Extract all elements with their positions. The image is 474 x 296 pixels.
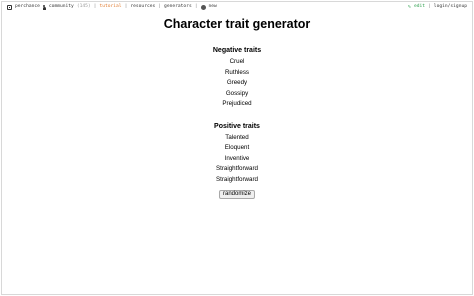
page-frame: perchance community (145) | tutorial | r… [1, 1, 473, 295]
nav-right: ✎ edit | login/signup [408, 2, 467, 12]
pencil-icon[interactable]: ✎ [408, 2, 411, 12]
nav-separator: | [428, 4, 431, 9]
negative-traits-heading: Negative traits [212, 47, 262, 54]
brand-link[interactable]: perchance [15, 2, 40, 12]
positive-trait-item: Eloquent [224, 144, 250, 151]
positive-trait-item: Straightforward [216, 165, 258, 172]
positive-trait-item: Straightforward [216, 175, 258, 183]
negative-trait-item: Prejudiced [222, 100, 252, 107]
randomize-button[interactable]: randomize [218, 190, 256, 199]
negative-trait-item: Cruel [229, 58, 245, 65]
positive-traits-heading: Positive traits [214, 122, 260, 130]
nav-separator: | [93, 4, 97, 9]
community-link[interactable]: community [49, 2, 74, 12]
person-icon [42, 4, 46, 10]
edit-link[interactable]: edit [414, 2, 425, 12]
globe-icon[interactable] [200, 4, 206, 10]
page-title: Character trait generator [163, 17, 311, 31]
community-count: (145) [76, 4, 91, 9]
generators-link[interactable]: generators [164, 2, 192, 12]
positive-trait-item: Inventive [224, 154, 250, 162]
top-nav: perchance community (145) | tutorial | r… [2, 2, 472, 12]
negative-trait-item: Ruthless [224, 68, 250, 76]
nav-separator: | [124, 4, 128, 9]
new-link[interactable]: new [209, 2, 217, 12]
perchance-logo-icon[interactable] [7, 4, 12, 10]
resources-link[interactable]: resources [130, 2, 155, 12]
login-link[interactable]: login/signup [434, 2, 467, 12]
negative-trait-item: Greedy [226, 79, 248, 86]
tutorial-link[interactable]: tutorial [99, 2, 121, 12]
positive-trait-item: Talented [225, 133, 249, 141]
nav-separator: | [194, 4, 198, 9]
nav-left: perchance community (145) | tutorial | r… [7, 2, 217, 12]
nav-separator: | [158, 4, 162, 9]
negative-trait-item: Gossipy [225, 89, 249, 97]
